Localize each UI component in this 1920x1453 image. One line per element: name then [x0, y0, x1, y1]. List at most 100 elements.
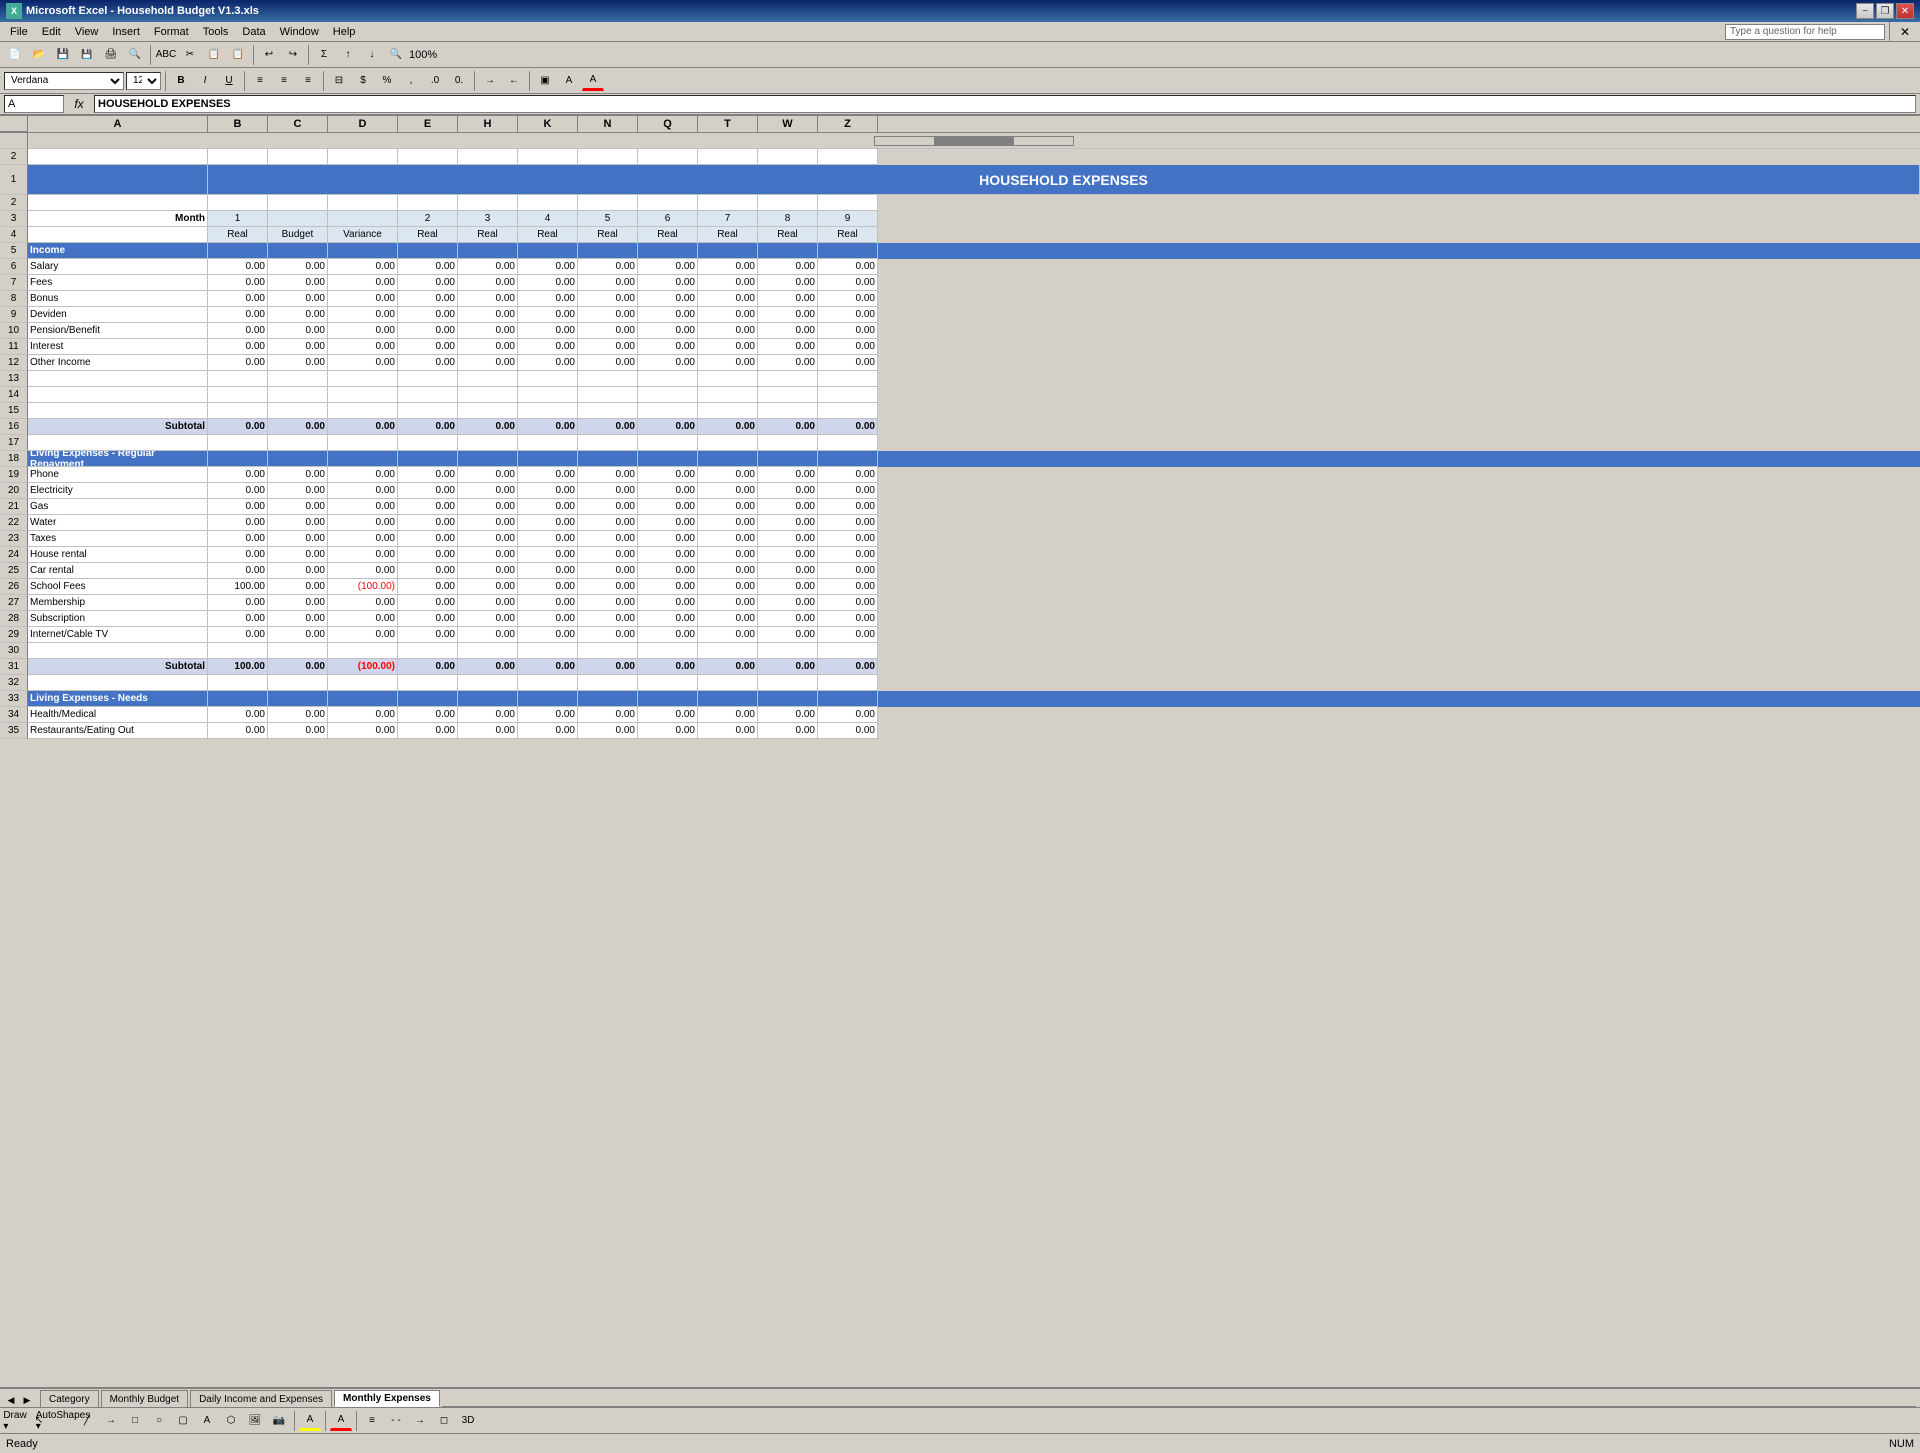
c27N[interactable]: 0.00 [578, 595, 638, 611]
c10E[interactable]: 0.00 [398, 323, 458, 339]
cell-m4[interactable]: 4 [518, 211, 578, 227]
c15E[interactable] [398, 403, 458, 419]
c24B[interactable]: 0.00 [208, 547, 268, 563]
c19D[interactable]: 0.00 [328, 467, 398, 483]
close-app-btn[interactable]: ✕ [1894, 22, 1916, 42]
c11H[interactable]: 0.00 [458, 339, 518, 355]
c24N[interactable]: 0.00 [578, 547, 638, 563]
cell-m8[interactable]: 8 [758, 211, 818, 227]
c28D[interactable]: 0.00 [328, 611, 398, 627]
c10A[interactable]: Pension/Benefit [28, 323, 208, 339]
c4N[interactable]: Real [578, 227, 638, 243]
c5D[interactable] [328, 243, 398, 259]
c35T[interactable]: 0.00 [698, 723, 758, 739]
c26A[interactable]: School Fees [28, 579, 208, 595]
c31B[interactable]: 100.00 [208, 659, 268, 675]
c8E[interactable]: 0.00 [398, 291, 458, 307]
c22E[interactable]: 0.00 [398, 515, 458, 531]
menu-edit[interactable]: Edit [36, 25, 67, 39]
c21H[interactable]: 0.00 [458, 499, 518, 515]
c32A[interactable] [28, 675, 208, 691]
c13D[interactable] [328, 371, 398, 387]
c28A[interactable]: Subscription [28, 611, 208, 627]
c22Q[interactable]: 0.00 [638, 515, 698, 531]
c9W[interactable]: 0.00 [758, 307, 818, 323]
print-btn[interactable]: 🖨 [100, 45, 122, 65]
c34D[interactable]: 0.00 [328, 707, 398, 723]
c7T[interactable]: 0.00 [698, 275, 758, 291]
c8K[interactable]: 0.00 [518, 291, 578, 307]
c24C[interactable]: 0.00 [268, 547, 328, 563]
c-r2Z[interactable] [818, 195, 878, 211]
c26C[interactable]: 0.00 [268, 579, 328, 595]
c20B[interactable]: 0.00 [208, 483, 268, 499]
c28C[interactable]: 0.00 [268, 611, 328, 627]
diagram-btn[interactable]: ⬡ [220, 1411, 242, 1431]
c22N[interactable]: 0.00 [578, 515, 638, 531]
c4D[interactable]: Variance [328, 227, 398, 243]
c17N[interactable] [578, 435, 638, 451]
c22Z[interactable]: 0.00 [818, 515, 878, 531]
c29C[interactable]: 0.00 [268, 627, 328, 643]
c32D[interactable] [328, 675, 398, 691]
cell-m6[interactable]: 6 [638, 211, 698, 227]
c35N[interactable]: 0.00 [578, 723, 638, 739]
c-r2W[interactable] [758, 195, 818, 211]
c16E[interactable]: 0.00 [398, 419, 458, 435]
c34E[interactable]: 0.00 [398, 707, 458, 723]
c21N[interactable]: 0.00 [578, 499, 638, 515]
cell-m1b[interactable] [268, 211, 328, 227]
c13T[interactable] [698, 371, 758, 387]
c29H[interactable]: 0.00 [458, 627, 518, 643]
col-header-H[interactable]: H [458, 116, 518, 132]
c17Z[interactable] [818, 435, 878, 451]
c34T[interactable]: 0.00 [698, 707, 758, 723]
align-right-btn[interactable]: ≡ [297, 71, 319, 91]
dec-inc-btn[interactable]: .0 [424, 71, 446, 91]
c10K[interactable]: 0.00 [518, 323, 578, 339]
c32E[interactable] [398, 675, 458, 691]
cell-2Z[interactable] [818, 149, 878, 165]
c19Z[interactable]: 0.00 [818, 467, 878, 483]
clipart-btn[interactable]: 🖼 [244, 1411, 266, 1431]
c19B[interactable]: 0.00 [208, 467, 268, 483]
c27Q[interactable]: 0.00 [638, 595, 698, 611]
col-header-B[interactable]: B [208, 116, 268, 132]
c5B[interactable] [208, 243, 268, 259]
copy-btn[interactable]: 📋 [203, 45, 225, 65]
c5C[interactable] [268, 243, 328, 259]
c22W[interactable]: 0.00 [758, 515, 818, 531]
c23C[interactable]: 0.00 [268, 531, 328, 547]
line-btn[interactable]: ╱ [76, 1411, 98, 1431]
c18C[interactable] [268, 451, 328, 467]
c7E[interactable]: 0.00 [398, 275, 458, 291]
c25C[interactable]: 0.00 [268, 563, 328, 579]
c16Q[interactable]: 0.00 [638, 419, 698, 435]
c26T[interactable]: 0.00 [698, 579, 758, 595]
c10C[interactable]: 0.00 [268, 323, 328, 339]
c17T[interactable] [698, 435, 758, 451]
font-select[interactable]: Verdana [4, 72, 124, 90]
c21E[interactable]: 0.00 [398, 499, 458, 515]
c9B[interactable]: 0.00 [208, 307, 268, 323]
c20E[interactable]: 0.00 [398, 483, 458, 499]
tab-scroll-left[interactable]: ◀ [4, 1393, 18, 1407]
c27T[interactable]: 0.00 [698, 595, 758, 611]
c34N[interactable]: 0.00 [578, 707, 638, 723]
c18W[interactable] [758, 451, 818, 467]
tab-category[interactable]: Category [40, 1390, 99, 1407]
col-header-K[interactable]: K [518, 116, 578, 132]
c15K[interactable] [518, 403, 578, 419]
c19Q[interactable]: 0.00 [638, 467, 698, 483]
c4Z[interactable]: Real [818, 227, 878, 243]
c27W[interactable]: 0.00 [758, 595, 818, 611]
c14Q[interactable] [638, 387, 698, 403]
menu-help[interactable]: Help [327, 25, 362, 39]
c15Q[interactable] [638, 403, 698, 419]
c16D[interactable]: 0.00 [328, 419, 398, 435]
c13W[interactable] [758, 371, 818, 387]
c27H[interactable]: 0.00 [458, 595, 518, 611]
c29Q[interactable]: 0.00 [638, 627, 698, 643]
c21A[interactable]: Gas [28, 499, 208, 515]
c7A[interactable]: Fees [28, 275, 208, 291]
